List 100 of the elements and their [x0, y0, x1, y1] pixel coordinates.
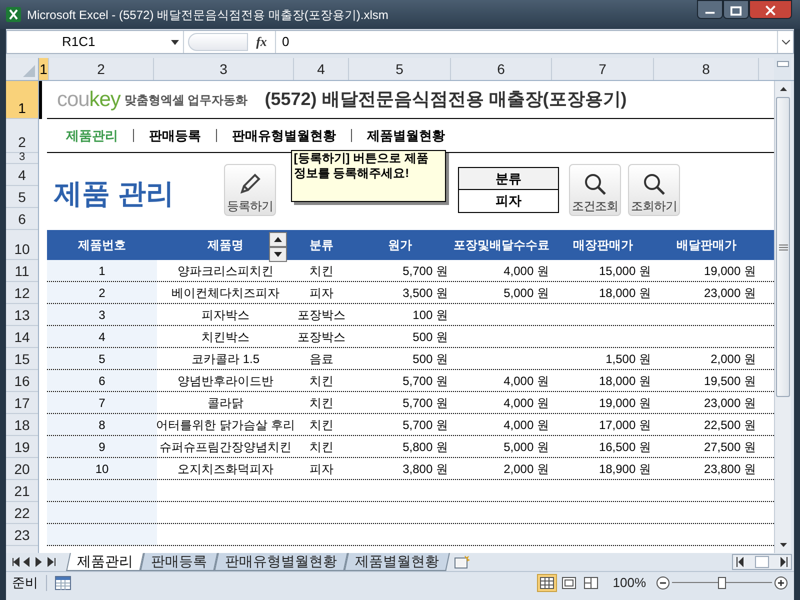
row-header[interactable]: 17	[6, 392, 38, 414]
table-cell-text: 피자	[308, 460, 334, 478]
row-header[interactable]: 12	[6, 282, 38, 304]
table-cell-text: 치킨	[308, 262, 334, 280]
table-cell-text: 5,000 원	[502, 438, 550, 456]
table-cell-text: 치킨박스	[200, 328, 250, 346]
table-cell-text: 19,000 원	[598, 394, 652, 412]
row-header[interactable]: 22	[6, 502, 38, 524]
table-cell-text: 1,500 원	[604, 350, 652, 368]
horizontal-scrollbar[interactable]	[732, 554, 792, 570]
column-title: 제품명	[208, 237, 244, 254]
column-title: 제품번호	[78, 237, 126, 254]
sheet-title: (5572) 배달전문음식점전용 매출장(포장용기)	[264, 88, 627, 111]
row-header[interactable]: 4	[6, 164, 38, 186]
table-cell-text: 치킨	[308, 416, 334, 434]
table-cell: 8	[47, 414, 157, 435]
row-header[interactable]: 11	[6, 260, 38, 282]
sheet-tab[interactable]: 판매등록	[140, 553, 218, 571]
row-header[interactable]: 23	[6, 524, 38, 546]
table-cell-text: 500 원	[412, 350, 449, 368]
table-cell-text: 5,000 원	[502, 284, 550, 302]
scroll-right-icon[interactable]	[779, 557, 789, 567]
table-cell-text: 피자박스	[200, 306, 250, 324]
scroll-thumb[interactable]	[755, 556, 769, 568]
search-button[interactable]: 조회하기	[628, 164, 680, 216]
search-button[interactable]: 조건조회	[568, 164, 621, 216]
column-header[interactable]: 4	[294, 58, 349, 80]
column-header[interactable]: 2	[49, 58, 154, 80]
nav-link[interactable]: 판매등록	[149, 126, 201, 146]
nav-link[interactable]: 판매유형별월현황	[232, 126, 336, 146]
table-cell-text: 치킨	[308, 372, 334, 390]
table-cell-text: 18,000 원	[598, 372, 652, 390]
table-cell-text: 치킨	[308, 394, 334, 412]
row-header[interactable]: 18	[6, 414, 38, 436]
table-cell-text: 포장박스	[296, 306, 346, 324]
table-cell-text: 5,700 원	[402, 416, 449, 434]
sort-spinner[interactable]	[269, 232, 287, 262]
table-cell-text: 16,500 원	[598, 438, 652, 456]
insert-sheet-icon[interactable]	[454, 555, 470, 569]
active-cell-cursor	[39, 81, 42, 119]
table-cell-text: 23,800 원	[702, 460, 757, 478]
row-header[interactable]: 21	[6, 480, 38, 502]
scroll-thumb[interactable]	[776, 97, 790, 397]
table-cell-text: 치킨	[308, 438, 334, 456]
sheet-tab[interactable]: 제품별월현황	[344, 553, 450, 571]
row-header[interactable]: 10	[6, 230, 38, 260]
row-header[interactable]: 15	[6, 348, 38, 370]
column-header[interactable]: 6	[451, 58, 552, 80]
scroll-left-icon[interactable]	[735, 557, 745, 567]
minimize-icon[interactable]	[697, 0, 723, 19]
nav-link[interactable]: 제품별월현황	[367, 126, 445, 146]
table-cell-text: 오지치즈화덕피자	[176, 460, 274, 478]
column-header[interactable]: 1	[39, 58, 49, 80]
table-cell: 4	[47, 326, 157, 347]
column-header[interactable]: 3	[154, 58, 294, 80]
sheet-tab[interactable]: 제품관리	[66, 553, 144, 571]
column-title: 포장및배달수수료	[454, 237, 550, 254]
row-header[interactable]: 5	[6, 186, 38, 208]
excel-icon[interactable]	[5, 6, 22, 23]
table-cell-text: 100 원	[412, 306, 449, 324]
table-cell-text: 5,700 원	[402, 372, 449, 390]
grip-icon	[778, 244, 788, 250]
comment-note: [등록하기] 버튼으로 제품 정보를 등록해주세요!	[290, 150, 446, 202]
table-cell-text: 4,000 원	[502, 394, 550, 412]
sheet-tab[interactable]: 판매유형별월현황	[214, 553, 348, 571]
vertical-scrollbar[interactable]	[774, 81, 791, 553]
column-header[interactable]: 5	[349, 58, 451, 80]
row-header[interactable]: 16	[6, 370, 38, 392]
zoom-in-icon[interactable]	[774, 576, 788, 590]
close-icon[interactable]	[749, 0, 792, 19]
row-header[interactable]: 2	[6, 119, 38, 153]
table-cell-text: 23,000 원	[702, 284, 757, 302]
macro-record-icon[interactable]	[55, 576, 71, 590]
table-cell-text: 3,500 원	[402, 284, 449, 302]
column-header[interactable]: 7	[552, 58, 654, 80]
maximize-icon[interactable]	[723, 0, 749, 19]
row-header[interactable]: 19	[6, 436, 38, 458]
table-cell-text: 23,000 원	[702, 394, 757, 412]
normal-view-button[interactable]	[536, 574, 557, 592]
zoom-percent[interactable]: 100%	[612, 572, 646, 592]
table-cell-text: 18,000 원	[598, 284, 652, 302]
row-header[interactable]: 13	[6, 304, 38, 326]
table-cell-text: 15,000 원	[598, 262, 652, 280]
row-header[interactable]: 6	[6, 208, 38, 230]
row-header[interactable]: 1	[6, 81, 38, 119]
row-header[interactable]: 3	[6, 153, 38, 164]
table-cell: 5	[47, 348, 157, 369]
window-title: Microsoft Excel - (5572) 배달전문음식점전용 매출장(포장용기).xlsm	[27, 6, 388, 24]
table-cell-text: 19,000 원	[702, 262, 757, 280]
table-cell-text: 2,000 원	[710, 350, 757, 368]
row-header[interactable]: 20	[6, 458, 38, 480]
nav-link[interactable]: 제품관리	[66, 126, 118, 146]
status-text: 준비	[12, 574, 38, 592]
table-cell-text: 19,500 원	[702, 372, 757, 390]
register-button[interactable]: 등록하기	[224, 164, 276, 216]
zoom-slider[interactable]	[672, 576, 772, 590]
column-header[interactable]: 8	[654, 58, 759, 80]
tagline: 맞춤형엑셀 업무자동화	[124, 92, 248, 108]
zoom-out-icon[interactable]	[656, 576, 670, 590]
row-header[interactable]: 14	[6, 326, 38, 348]
